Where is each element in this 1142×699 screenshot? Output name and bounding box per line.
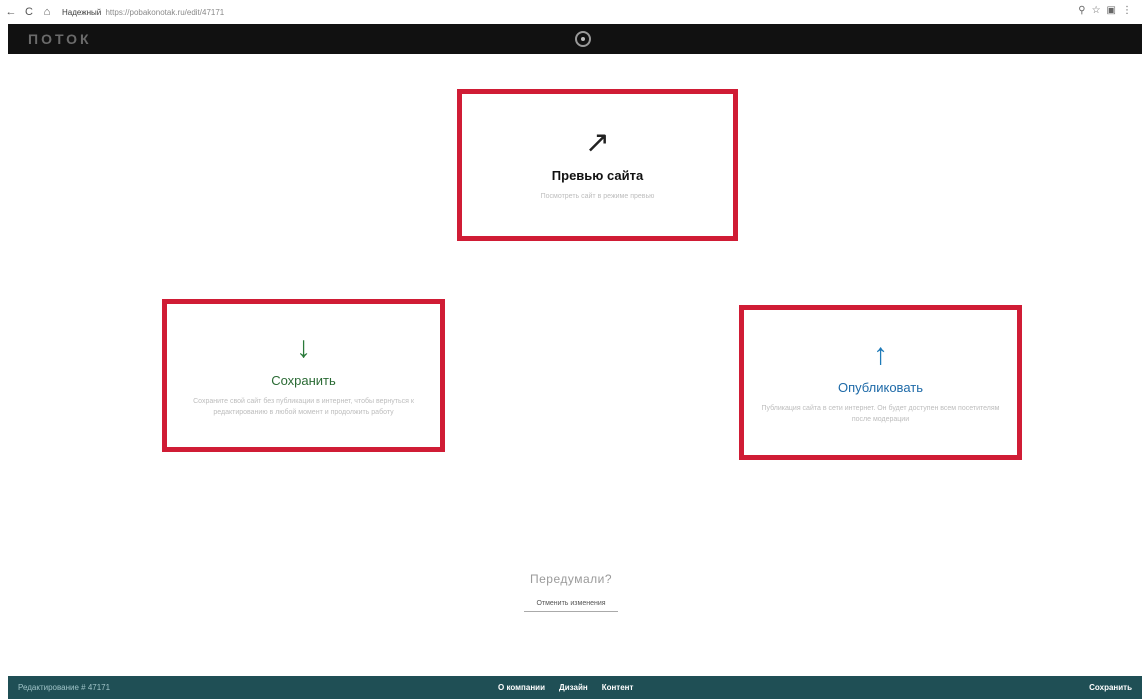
preview-site-card[interactable]: ↗ Превью сайта Посмотреть сайт в режиме …: [457, 89, 738, 241]
rethink-question: Передумали?: [529, 572, 613, 586]
browser-actions: ⚲ ☆ ▣ ⋮: [1078, 5, 1132, 16]
footer-nav-design[interactable]: Дизайн: [559, 683, 588, 692]
app-header: ПОТОК: [8, 24, 1142, 54]
header-center-icon[interactable]: [575, 31, 591, 47]
address-bar[interactable]: Надежный https://pobakonotak.ru/edit/471…: [62, 8, 224, 17]
back-icon[interactable]: ←: [4, 5, 18, 19]
extension-icon[interactable]: ▣: [1107, 5, 1116, 16]
logo[interactable]: ПОТОК: [28, 31, 92, 47]
footer-nav: О компании Дизайн Контент: [498, 683, 633, 692]
arrow-down-icon: ↓: [296, 331, 311, 364]
home-icon[interactable]: ⌂: [40, 5, 54, 19]
rethink-section: Передумали? Отменить изменения: [0, 572, 1142, 612]
preview-site-title: Превью сайта: [551, 168, 644, 183]
publish-title: Опубликовать: [837, 380, 923, 395]
secure-label: Надежный: [62, 7, 102, 17]
edit-session-label: Редактирование # 47171: [18, 683, 111, 692]
publish-card[interactable]: ↑ Опубликовать Публикация сайта в сети и…: [739, 305, 1022, 460]
undo-changes-button[interactable]: Отменить изменения: [524, 596, 618, 612]
menu-icon[interactable]: ⋮: [1122, 5, 1132, 16]
arrow-up-right-icon: ↗: [584, 126, 611, 159]
zoom-icon[interactable]: ⚲: [1078, 5, 1085, 16]
save-title: Сохранить: [271, 373, 336, 388]
browser-toolbar: ← C ⌂ Надежный https://pobakonotak.ru/ed…: [0, 0, 1142, 24]
arrow-up-icon: ↑: [873, 338, 888, 371]
preview-site-description: Посмотреть сайт в режиме превью: [540, 193, 655, 200]
footer-nav-content[interactable]: Контент: [602, 683, 634, 692]
editor-footer: Редактирование # 47171 О компании Дизайн…: [8, 676, 1142, 699]
footer-nav-company[interactable]: О компании: [498, 683, 545, 692]
publish-description: Публикация сайта в сети интернет. Он буд…: [761, 405, 1000, 423]
bookmark-star-icon[interactable]: ☆: [1092, 5, 1101, 16]
footer-save-button[interactable]: Сохранить: [1089, 683, 1132, 692]
save-description: Сохраните свой сайт без публикации в инт…: [193, 398, 414, 416]
save-card[interactable]: ↓ Сохранить Сохраните свой сайт без публ…: [162, 299, 445, 452]
reload-icon[interactable]: C: [22, 5, 36, 19]
url-text: https://pobakonotak.ru/edit/47171: [105, 7, 225, 17]
